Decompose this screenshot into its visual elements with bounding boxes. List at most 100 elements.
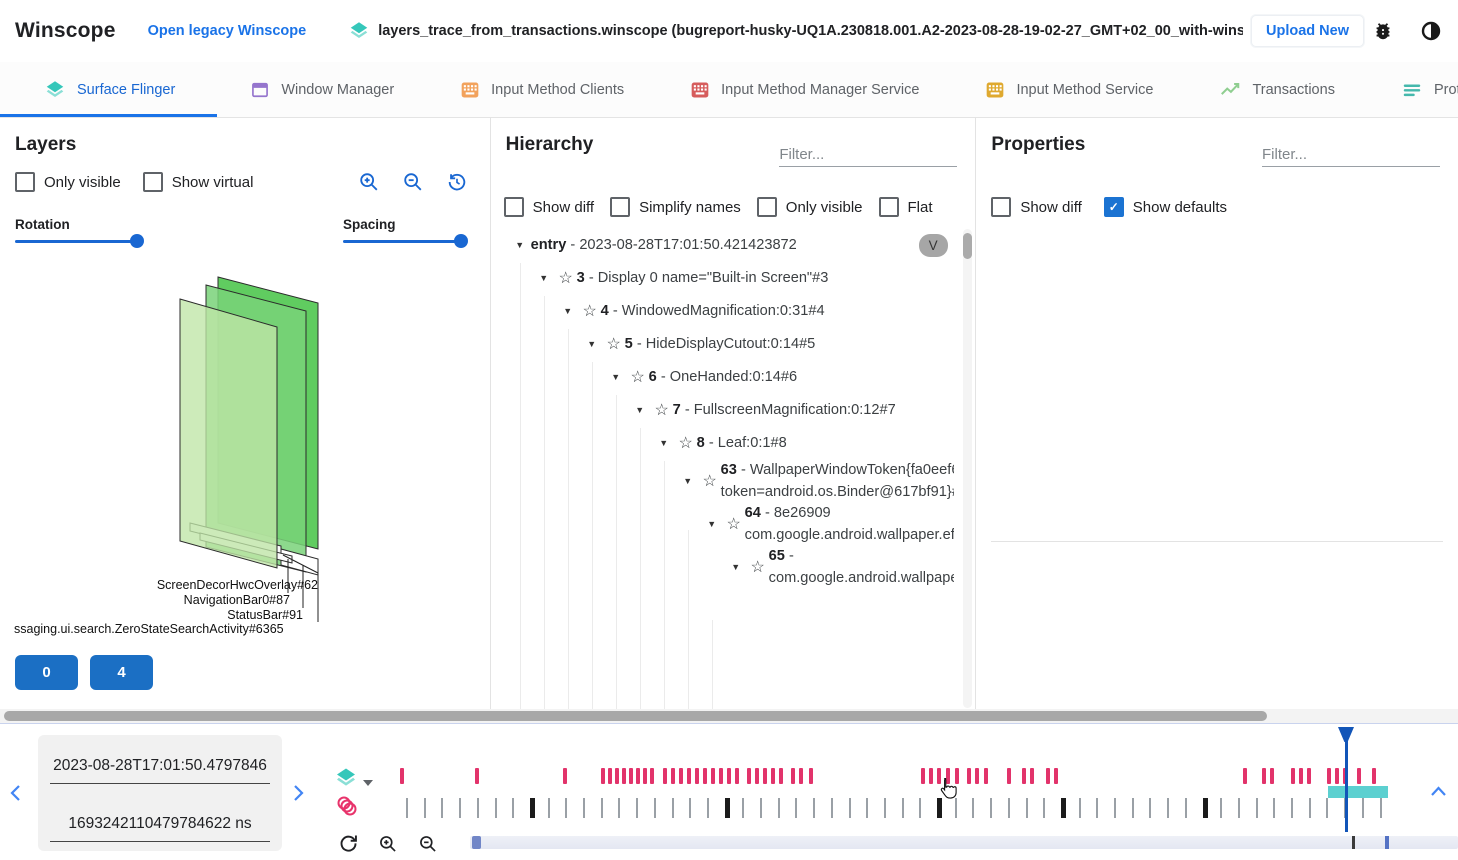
checkbox-only-visible[interactable]: Only visible [757,197,863,217]
timeline-canvas[interactable] [395,760,1458,824]
tree-node-64[interactable]: ▼☆64 - 8e26909 com.google.android.wallpa… [499,503,954,546]
transition-tick-mark [1043,798,1045,818]
expand-timeline-icon[interactable] [1430,786,1447,797]
main-horizontal-scrollbar[interactable] [0,709,1458,723]
caret-down-icon[interactable]: ▼ [725,557,747,579]
reset-view-icon[interactable] [446,171,468,193]
transition-tick-mark [884,798,886,818]
star-icon[interactable]: ☆ [723,514,745,536]
tree-node-6[interactable]: ▼☆6 - OneHanded:0:14#6 [499,361,954,394]
tree-node-5[interactable]: ▼☆5 - HideDisplayCutout:0:14#5 [499,328,954,361]
tab-protolog[interactable]: ProtoLog [1368,62,1458,117]
caret-down-icon[interactable]: ▼ [653,433,675,455]
caret-down-icon[interactable]: ▼ [509,235,531,257]
transition-tick-mark [1026,798,1028,818]
tree-node-8[interactable]: ▼☆8 - Leaf:0:1#8 [499,427,954,460]
checkbox-box[interactable] [610,197,630,217]
tree-node-3[interactable]: ▼☆3 - Display 0 name="Built-in Screen"#3 [499,262,954,295]
layer-id-button-0[interactable]: 0 [15,655,78,690]
tab-surface-flinger[interactable]: Surface Flinger [0,62,217,117]
caret-down-icon[interactable]: ▼ [557,301,579,323]
timestamp-ns-input[interactable]: 1693242110479784622 ns [50,815,270,842]
tree-node-63[interactable]: ▼☆63 - WallpaperWindowToken{fa0eef6 toke… [499,460,954,503]
transition-tick-mark [1326,798,1328,818]
dark-mode-icon[interactable] [1418,18,1444,44]
timeline-cursor-handle[interactable] [1338,727,1354,742]
timestamp-human-input[interactable]: 2023-08-28T17:01:50.4797846 [50,757,270,784]
sf-frame-mark [967,768,971,784]
checkbox-show-diff[interactable]: Show diff [504,197,594,217]
star-icon[interactable]: ☆ [627,367,649,389]
tree-node-4[interactable]: ▼☆4 - WindowedMagnification:0:31#4 [499,295,954,328]
layers-3d-view[interactable]: ScreenDecorHwcOverlay#62 NavigationBar0#… [0,267,490,647]
checkbox-box[interactable] [15,172,35,192]
layers-checkboxes: Only visible Show virtual [15,172,253,192]
checkbox-show-defaults[interactable]: ✓Show defaults [1104,197,1227,217]
star-icon[interactable]: ☆ [699,471,721,493]
caret-down-icon[interactable]: ▼ [701,514,723,536]
upload-new-button[interactable]: Upload New [1251,15,1364,47]
properties-filter-input[interactable] [1262,143,1440,167]
transition-tick-mark [990,798,992,818]
layer-id-button-4[interactable]: 4 [90,655,153,690]
checkbox-show-diff[interactable]: Show diff [991,197,1081,217]
tab-transactions[interactable]: Transactions [1186,62,1367,117]
checkbox-box[interactable] [504,197,524,217]
checkbox-simplify-names[interactable]: Simplify names [610,197,741,217]
star-icon[interactable]: ☆ [747,557,769,579]
next-entry-button[interactable] [290,784,308,806]
tab-input-method-clients[interactable]: Input Method Clients [427,62,657,117]
star-icon[interactable]: ☆ [555,268,577,290]
caret-down-icon[interactable]: ▼ [581,334,603,356]
hierarchy-filter-input[interactable] [779,143,957,167]
tree-node-65[interactable]: ▼☆65 - com.google.android.wallpaper.effe… [499,546,954,589]
checkbox-show-virtual[interactable]: Show virtual [143,172,254,192]
rotation-slider-thumb[interactable] [130,234,144,248]
star-icon[interactable]: ☆ [651,400,673,422]
timeline-zoom-out-icon[interactable] [418,834,438,854]
tree-node-7[interactable]: ▼☆7 - FullscreenMagnification:0:12#7 [499,394,954,427]
timeline-zoom-in-icon[interactable] [378,834,398,854]
kb-red-icon [690,80,710,100]
rotation-slider[interactable]: Rotation [15,217,137,257]
star-icon[interactable]: ☆ [603,334,625,356]
tab-input-method-manager-service[interactable]: Input Method Manager Service [657,62,952,117]
star-icon[interactable]: ☆ [675,433,697,455]
spacing-slider-thumb[interactable] [454,234,468,248]
checkbox-box[interactable] [143,172,163,192]
zoom-in-icon[interactable] [358,171,380,193]
layer-label: ScreenDecorHwcOverlay#62 [157,578,318,592]
caret-down-icon[interactable]: ▼ [533,268,555,290]
checkbox-box[interactable]: ✓ [1104,197,1124,217]
timeline-zoom-range-bar[interactable] [470,836,1458,849]
spacing-slider[interactable]: Spacing [343,217,461,257]
refresh-icon[interactable] [338,832,359,853]
loaded-file-chip: layers_trace_from_transactions.winscope … [348,20,1243,42]
checkbox-box[interactable] [757,197,777,217]
transitions-trace-icon[interactable] [335,794,359,818]
transition-tick-mark [672,798,674,818]
trace-dropdown-icon[interactable] [362,779,374,787]
caret-down-icon[interactable]: ▼ [605,367,627,389]
prev-entry-button[interactable] [8,784,26,806]
checkbox-box[interactable] [879,197,899,217]
zoom-out-icon[interactable] [402,171,424,193]
caret-down-icon[interactable]: ▼ [677,471,699,493]
tab-input-method-service[interactable]: Input Method Service [952,62,1186,117]
app-title: Winscope [15,19,116,43]
zoombar-blue-mark [1385,836,1389,849]
sf-trace-icon[interactable] [334,766,358,790]
hierarchy-scrollbar[interactable] [963,229,972,708]
tab-window-manager[interactable]: Window Manager [217,62,427,117]
checkbox-box[interactable] [991,197,1011,217]
star-icon[interactable]: ☆ [579,301,601,323]
caret-down-icon[interactable]: ▼ [629,400,651,422]
bug-report-icon[interactable] [1370,18,1396,44]
checkbox-only-visible[interactable]: Only visible [15,172,121,192]
open-legacy-link[interactable]: Open legacy Winscope [148,23,307,39]
transition-tick-mark [548,798,550,818]
tree-node-entry[interactable]: ▼entry - 2023-08-28T17:01:50.421423872V [499,229,954,262]
zoom-range-thumb[interactable] [472,836,481,849]
checkbox-flat[interactable]: Flat [879,197,933,217]
timeline-cursor[interactable] [1345,741,1348,832]
